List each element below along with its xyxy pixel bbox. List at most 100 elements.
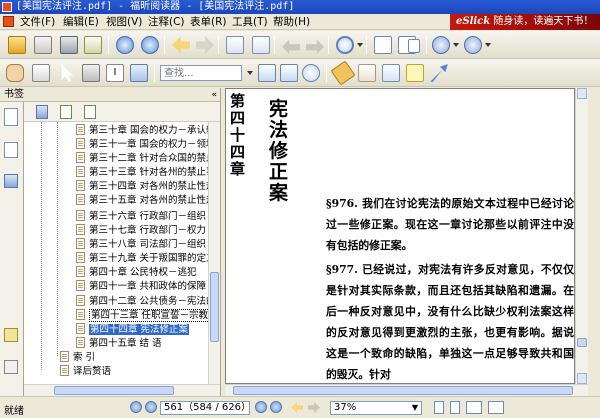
menu-comment[interactable]: 注释(C) xyxy=(148,15,185,29)
hand-tool-icon[interactable] xyxy=(6,64,24,82)
search-icon[interactable] xyxy=(302,64,320,82)
bookmark-panel-icon[interactable] xyxy=(4,108,18,126)
print-icon[interactable] xyxy=(60,36,78,54)
single-page-view-icon[interactable] xyxy=(434,401,444,414)
first-page-icon[interactable] xyxy=(130,401,142,413)
bookmark-item[interactable]: 第三十五章 对各州的禁止性规定 xyxy=(76,194,208,207)
search-prev-icon[interactable] xyxy=(258,64,276,82)
menu-view[interactable]: 视图(V) xyxy=(106,15,142,29)
bookmark-item[interactable]: 索 引 xyxy=(60,351,95,364)
expand-bookmark-icon[interactable] xyxy=(84,105,96,119)
zoom-level-select[interactable]: 37% ▼ xyxy=(330,401,422,415)
zoom-out-icon[interactable] xyxy=(432,36,450,54)
bookmark-item[interactable]: 第三十六章 行政部门－组织 xyxy=(76,210,206,223)
scroll-thumb[interactable] xyxy=(233,386,573,395)
actual-size-icon[interactable] xyxy=(374,36,392,54)
zoom-in-icon[interactable] xyxy=(464,36,482,54)
undo-icon[interactable] xyxy=(282,39,300,54)
forward-arrow-icon[interactable] xyxy=(196,36,214,54)
bookmark-item[interactable]: 第三十八章 司法部门－组织 xyxy=(76,238,206,251)
select-arrow-icon[interactable] xyxy=(61,64,74,82)
scroll-thumb[interactable] xyxy=(210,272,219,342)
scroll-thumb[interactable] xyxy=(577,338,587,347)
bookmark-doc-icon xyxy=(76,266,85,277)
comments-panel-icon[interactable] xyxy=(4,328,18,342)
new-bookmark-icon[interactable] xyxy=(60,105,72,119)
save-icon[interactable] xyxy=(34,36,52,54)
menu-edit[interactable]: 编辑(E) xyxy=(63,15,99,29)
redo-icon[interactable] xyxy=(306,39,324,54)
banner-text: 随身读，读遍天下书！ xyxy=(493,16,594,27)
document-icon[interactable] xyxy=(3,16,14,27)
menu-form[interactable]: 表单(R) xyxy=(190,15,227,29)
bookmark-item[interactable]: 第四十一章 共和政体的保障 xyxy=(76,280,206,293)
snapshot-icon[interactable] xyxy=(32,64,50,82)
layers-panel-icon[interactable] xyxy=(4,174,18,188)
note-edit-icon[interactable] xyxy=(358,64,376,82)
checklist-icon[interactable] xyxy=(382,64,400,82)
zoom-chevron-down-icon[interactable]: ▼ xyxy=(412,402,418,414)
paragraph-976: §976. 我们在讨论宪法的原始文本过程中已经讨论过一些修正案。现在这一章讨论那… xyxy=(326,197,574,252)
bookmark-item[interactable]: 第三十九章 关于叛国罪的定义 xyxy=(76,252,208,265)
scroll-up-arrow-icon[interactable] xyxy=(577,88,587,99)
search-next-icon[interactable] xyxy=(280,64,298,82)
menu-file[interactable]: 文件(F) xyxy=(20,15,55,29)
continuous-view-icon[interactable] xyxy=(450,401,460,414)
bookmark-item[interactable]: 第三十二章 针对合众国的禁止事项 xyxy=(76,152,208,165)
bookmark-item[interactable]: 第三十章 国会的权力－承认新州加入联邦的权力 xyxy=(76,124,208,137)
page-number-input[interactable]: 561（584 / 626） xyxy=(160,401,250,415)
zoom-dropdown-icon[interactable] xyxy=(357,43,363,47)
zoom-icon[interactable] xyxy=(336,36,354,54)
bookmark-item-hover[interactable]: 第四十三章 任职宣誓－宗教标准、宪法的批准 xyxy=(76,309,208,322)
menu-tools[interactable]: 工具(T) xyxy=(232,15,268,29)
arrow-tool-icon[interactable] xyxy=(430,64,448,82)
pages-panel-icon[interactable] xyxy=(4,142,18,158)
last-page-icon[interactable] xyxy=(270,401,282,413)
binoculars-icon[interactable] xyxy=(82,64,100,82)
zoom-out-dropdown-icon[interactable] xyxy=(453,43,459,47)
back-arrow-icon[interactable] xyxy=(172,36,190,54)
bookmark-vertical-scrollbar[interactable] xyxy=(208,122,220,384)
fit-width-icon[interactable] xyxy=(408,39,420,53)
bookmark-horizontal-scrollbar[interactable] xyxy=(24,384,220,396)
bookmark-item[interactable]: 第四十二章 公共债务－宪法的至上性 xyxy=(76,295,208,308)
scroll-thumb[interactable] xyxy=(54,386,174,395)
bookmark-item[interactable]: 第四十章 公民特权－逃犯 xyxy=(76,266,197,279)
bookmark-item[interactable]: 第四十五章 结 语 xyxy=(76,337,162,350)
bookmark-item[interactable]: 第三十七章 行政部门－权力 xyxy=(76,224,206,237)
history-forward-icon[interactable] xyxy=(308,402,320,413)
highlight-pen-icon[interactable] xyxy=(330,60,356,86)
zoom-in-dropdown-icon[interactable] xyxy=(485,43,491,47)
bookmark-item-selected[interactable]: 第四十四章 宪法修正案 xyxy=(76,323,190,336)
ad-banner[interactable]: eSlick 随身读，读遍天下书！ xyxy=(450,14,600,30)
extract-page-icon[interactable] xyxy=(226,36,244,54)
scroll-down-arrow-icon[interactable] xyxy=(577,373,587,384)
bookmark-item[interactable]: 第三十四章 对各州的禁止性规定 xyxy=(76,180,208,193)
navigation-panel-strip xyxy=(0,88,24,396)
email-icon[interactable] xyxy=(84,36,102,54)
next-page-status-icon[interactable] xyxy=(255,401,267,413)
bookmark-item[interactable]: 第三十一章 国会的权力－领地和其他财产 xyxy=(76,138,208,151)
sticky-note-icon[interactable] xyxy=(406,64,424,82)
open-icon[interactable] xyxy=(8,36,26,54)
continuous-facing-view-icon[interactable] xyxy=(488,401,504,414)
search-dropdown-icon[interactable] xyxy=(247,71,253,75)
bookmark-item[interactable]: 译后赘语 xyxy=(60,365,111,378)
menu-help[interactable]: 帮助(H) xyxy=(273,15,310,29)
bookmark-doc-icon xyxy=(76,295,85,306)
attachments-panel-icon[interactable] xyxy=(4,360,18,374)
next-page-icon[interactable] xyxy=(141,36,159,54)
history-back-icon[interactable] xyxy=(291,402,303,413)
bookmark-item[interactable]: 第三十三章 针对各州的禁止事项 xyxy=(76,166,208,179)
document-horizontal-scrollbar[interactable] xyxy=(225,384,588,396)
prev-page-icon[interactable] xyxy=(116,36,134,54)
delete-bookmark-icon[interactable] xyxy=(36,105,48,119)
rotate-page-icon[interactable] xyxy=(252,36,270,54)
text-select-icon[interactable]: I xyxy=(106,64,124,82)
prev-page-status-icon[interactable] xyxy=(145,401,157,413)
facing-view-icon[interactable] xyxy=(466,401,482,414)
document-vertical-scrollbar[interactable] xyxy=(575,88,588,384)
search-input[interactable] xyxy=(160,65,242,81)
image-select-icon[interactable] xyxy=(130,64,148,82)
collapse-panel-icon[interactable]: « xyxy=(211,88,217,102)
